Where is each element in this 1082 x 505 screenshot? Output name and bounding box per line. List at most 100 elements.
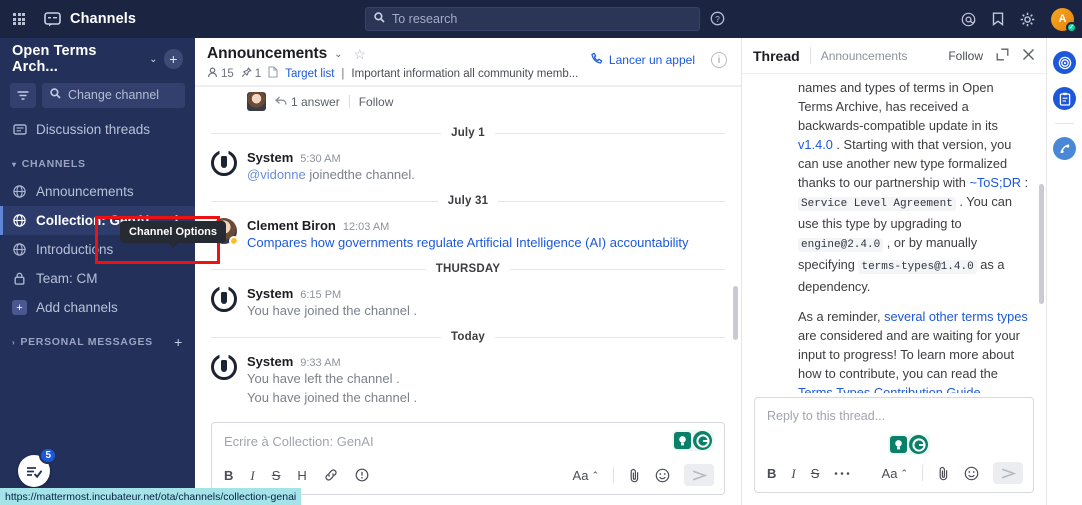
bookmark-icon[interactable] bbox=[992, 12, 1004, 26]
online-status-badge: ✓ bbox=[1066, 21, 1077, 33]
reply-count[interactable]: 1 answer bbox=[275, 95, 340, 109]
message-text: You have joined the channel . bbox=[247, 390, 418, 405]
team-header[interactable]: Open Terms Arch... ⌄ + bbox=[0, 38, 195, 80]
pinned-posts[interactable]: 1 bbox=[241, 66, 261, 81]
message-author[interactable]: System bbox=[247, 354, 293, 369]
channel-members[interactable]: 15 bbox=[207, 66, 234, 81]
italic-button[interactable]: I bbox=[791, 467, 795, 480]
chat-bubble-icon bbox=[44, 11, 61, 27]
formatting-label: Aa bbox=[572, 467, 589, 483]
thread-channel-name[interactable]: Announcements bbox=[821, 49, 908, 63]
message-scrollbar[interactable] bbox=[733, 286, 738, 340]
thread-header: Thread Announcements Follow bbox=[742, 38, 1046, 74]
close-icon[interactable] bbox=[1022, 48, 1035, 63]
star-outline-icon[interactable]: ☆ bbox=[354, 46, 367, 63]
thread-message-body: names and types of terms in Open Terms A… bbox=[742, 74, 1046, 393]
channel-files[interactable] bbox=[268, 66, 278, 81]
sidebar-item-team-cm[interactable]: Team: CM bbox=[0, 264, 195, 293]
tooltip-label: Channel Options bbox=[129, 226, 217, 238]
thread-title: Thread bbox=[753, 47, 800, 64]
at-mention-icon[interactable] bbox=[961, 12, 976, 27]
strikethrough-button[interactable]: S bbox=[272, 469, 281, 482]
sidebar-item-threads[interactable]: Discussion threads bbox=[0, 115, 195, 144]
send-icon[interactable] bbox=[684, 464, 714, 486]
avatar[interactable]: A ✓ bbox=[1051, 7, 1077, 33]
channel-purpose-link[interactable]: Target list bbox=[285, 68, 334, 80]
playbooks-app-icon[interactable] bbox=[1053, 137, 1076, 160]
help-circle-icon[interactable]: ? bbox=[710, 11, 725, 29]
follow-thread-button[interactable]: Follow bbox=[948, 49, 983, 63]
follow-thread-button[interactable]: Follow bbox=[359, 95, 394, 109]
thread-panel: Thread Announcements Follow names and ty… bbox=[742, 38, 1047, 505]
chevron-down-icon[interactable]: ⌄ bbox=[334, 49, 342, 60]
page-title[interactable]: Announcements bbox=[207, 45, 327, 63]
channel-view: Announcements ⌄ ☆ 15 1 Target list | Imp… bbox=[195, 38, 742, 505]
mattermost-window: Channels To research ? A ✓ Open Terms Ar… bbox=[0, 0, 1082, 505]
app-body: Open Terms Arch... ⌄ + Change channel Di… bbox=[0, 38, 1082, 505]
ellipsis-icon[interactable] bbox=[834, 471, 850, 476]
sidebar-category-personal-messages[interactable]: › PERSONAL MESSAGES + bbox=[0, 329, 195, 355]
global-header-actions: A ✓ bbox=[961, 0, 1077, 38]
product-switcher[interactable]: Channels bbox=[44, 11, 136, 27]
date-label: Today bbox=[451, 331, 486, 343]
link-segment[interactable]: several other terms types bbox=[884, 309, 1028, 324]
emoji-icon[interactable] bbox=[655, 468, 670, 483]
global-header: Channels To research ? A ✓ bbox=[0, 0, 1082, 38]
apps-grid-icon[interactable] bbox=[0, 12, 38, 26]
paperclip-icon[interactable] bbox=[937, 466, 950, 481]
text-segment: As a reminder, bbox=[798, 309, 885, 324]
expand-icon[interactable] bbox=[996, 48, 1009, 63]
message-author[interactable]: Clement Biron bbox=[247, 218, 336, 233]
ai-agent-icon[interactable] bbox=[909, 435, 928, 454]
filter-icon[interactable] bbox=[10, 82, 36, 108]
sidebar-item-add-channels[interactable]: + Add channels bbox=[0, 293, 195, 322]
target-app-icon[interactable] bbox=[1053, 51, 1076, 74]
lightbulb-icon[interactable] bbox=[890, 436, 907, 453]
info-circle-icon[interactable]: i bbox=[711, 52, 727, 68]
lightbulb-icon[interactable] bbox=[674, 432, 691, 449]
global-search[interactable]: To research bbox=[365, 7, 700, 31]
product-title: Channels bbox=[70, 11, 137, 27]
divider bbox=[613, 467, 614, 483]
browse-or-create-channel-button[interactable]: + bbox=[163, 49, 183, 69]
channel-purpose-text: Important information all community memb… bbox=[351, 67, 579, 80]
reply-arrow-icon bbox=[275, 95, 287, 109]
emoji-icon[interactable] bbox=[964, 466, 979, 481]
sidebar-category-channels[interactable]: ▾ CHANNELS bbox=[0, 151, 195, 177]
gear-icon[interactable] bbox=[1020, 12, 1035, 27]
link-segment[interactable]: ~ToS;DR bbox=[969, 175, 1021, 190]
thread-scrollbar[interactable] bbox=[1039, 184, 1044, 304]
message-row: System 5:30 AM @vidonne joinedthe channe… bbox=[195, 148, 741, 186]
message-author[interactable]: System bbox=[247, 150, 293, 165]
formatting-toggle[interactable]: Aa ⌃ bbox=[882, 467, 908, 480]
ai-agent-icon[interactable] bbox=[693, 431, 712, 450]
send-icon[interactable] bbox=[993, 462, 1023, 484]
start-call-button[interactable]: Lancer un appel bbox=[590, 52, 695, 68]
sidebar-item-announcements[interactable]: Announcements bbox=[0, 177, 195, 206]
message-input[interactable]: Ecrire à Collection: GenAI bbox=[212, 423, 724, 457]
link-segment[interactable]: Terms Types Contribution Guide bbox=[798, 385, 981, 393]
heading-button[interactable]: H bbox=[297, 469, 306, 482]
message-text: You have joined the channel . bbox=[247, 303, 418, 318]
italic-button[interactable]: I bbox=[250, 469, 254, 482]
bold-button[interactable]: B bbox=[224, 469, 233, 482]
message-timestamp: 9:33 AM bbox=[300, 357, 341, 369]
thread-reply-summary[interactable]: 1 answer Follow bbox=[195, 86, 741, 118]
strikethrough-button[interactable]: S bbox=[811, 467, 820, 480]
mention[interactable]: @vidonne bbox=[247, 167, 306, 182]
message-body: joinedthe channel. bbox=[305, 167, 415, 182]
message-author[interactable]: System bbox=[247, 286, 293, 301]
link-icon[interactable] bbox=[324, 468, 338, 482]
exclamation-circle-icon[interactable] bbox=[355, 468, 369, 482]
message-text[interactable]: Compares how governments regulate Artifi… bbox=[247, 234, 725, 252]
bold-button[interactable]: B bbox=[767, 467, 776, 480]
search-input[interactable]: Change channel bbox=[42, 82, 185, 108]
checklist-icon[interactable]: 5 bbox=[18, 447, 57, 487]
threads-icon bbox=[12, 123, 27, 136]
formatting-toggle[interactable]: Aa ⌃ bbox=[573, 469, 599, 482]
paperclip-icon[interactable] bbox=[628, 468, 641, 483]
clipboard-app-icon[interactable] bbox=[1053, 87, 1076, 110]
thread-reply-input[interactable]: Reply to this thread... bbox=[755, 398, 1033, 423]
add-direct-message-button[interactable]: + bbox=[174, 334, 183, 350]
link-segment[interactable]: v1.4.0 bbox=[798, 137, 833, 152]
